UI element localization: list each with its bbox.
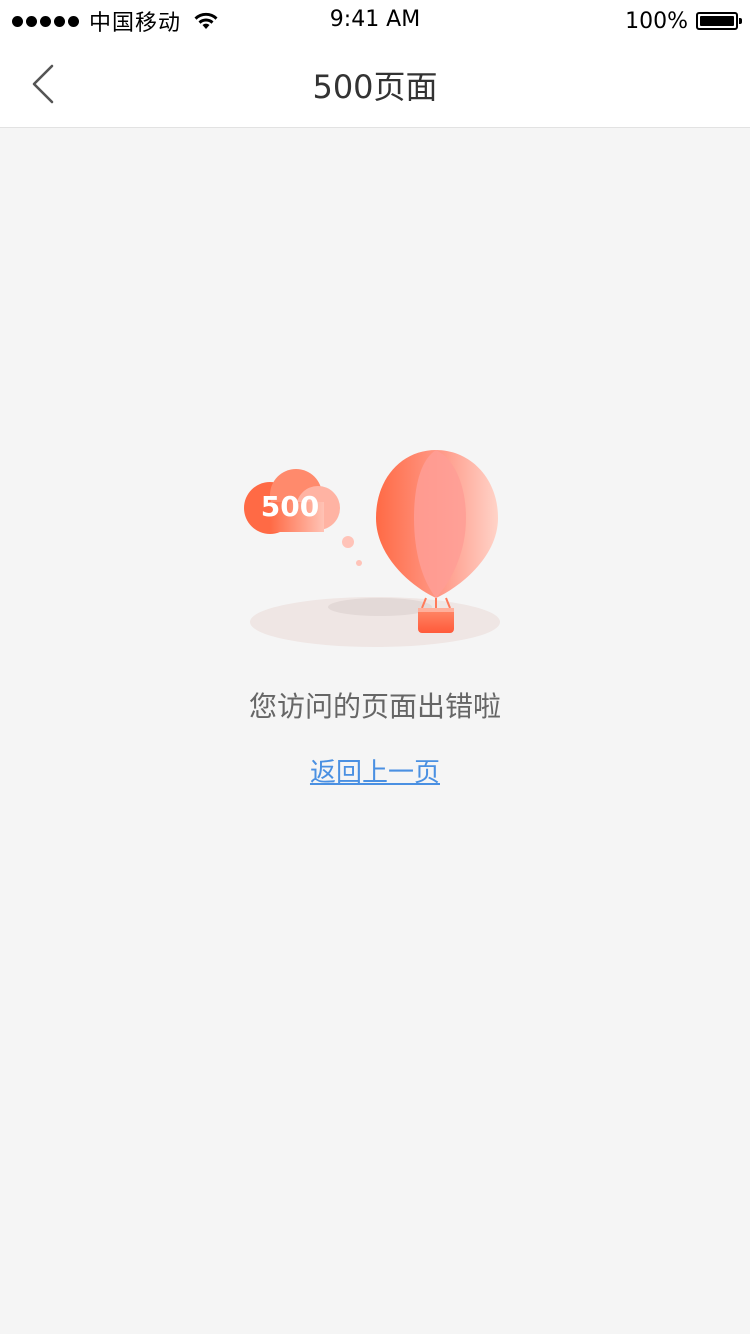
status-right: 100% xyxy=(625,6,742,36)
status-bar: 中国移动 9:41 AM 100% xyxy=(0,0,750,40)
error-message: 您访问的页面出错啦 xyxy=(248,690,501,723)
battery-icon xyxy=(696,12,742,30)
page-title: 500页面 xyxy=(312,68,438,106)
navigation-bar: 500页面 xyxy=(0,40,750,128)
error-500-illustration: 500 xyxy=(244,450,500,647)
back-link-container: 返回上一页 xyxy=(0,752,750,789)
error-code-text: 500 xyxy=(261,490,319,523)
battery-percentage: 100% xyxy=(625,8,688,34)
back-to-previous-link[interactable]: 返回上一页 xyxy=(310,758,440,788)
